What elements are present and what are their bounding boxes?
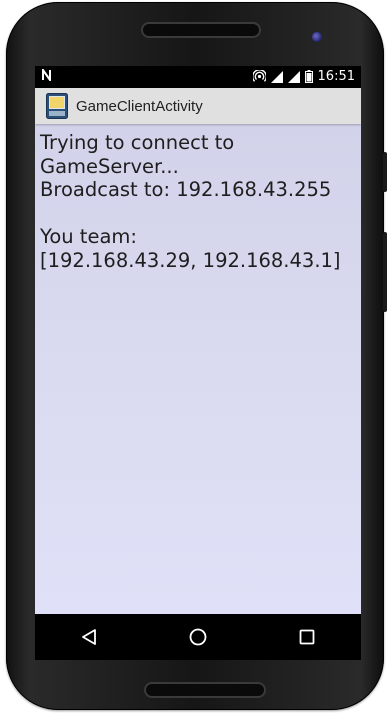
status-bar: 16:51 bbox=[35, 66, 361, 88]
team-label: You team: bbox=[40, 225, 137, 248]
power-button bbox=[383, 152, 387, 192]
hotspot-icon bbox=[252, 70, 266, 83]
app-icon[interactable] bbox=[46, 93, 68, 119]
home-circle-icon[interactable] bbox=[178, 617, 218, 657]
volume-button bbox=[383, 232, 387, 312]
navigation-bar bbox=[35, 614, 361, 660]
signal-icon bbox=[287, 70, 300, 83]
status-time: 16:51 bbox=[317, 69, 355, 84]
earpiece-speaker bbox=[141, 22, 261, 38]
team-members: [192.168.43.29, 192.168.43.1] bbox=[40, 248, 341, 272]
signal-icon bbox=[270, 70, 283, 83]
front-camera-icon bbox=[312, 32, 322, 42]
battery-icon bbox=[304, 70, 313, 83]
device-screen: 16:51 GameClientActivity Trying to conne… bbox=[35, 66, 361, 660]
broadcast-line: Broadcast to: 192.168.43.255 bbox=[40, 178, 332, 201]
status-line: GameServer... bbox=[40, 154, 179, 178]
content-area: Trying to connect to GameServer... Broad… bbox=[35, 124, 361, 614]
status-icons: 16:51 bbox=[252, 69, 355, 84]
nfc-n-icon bbox=[42, 66, 51, 84]
status-line: Trying to connect to bbox=[40, 131, 235, 154]
back-triangle-icon[interactable] bbox=[69, 617, 109, 657]
bottom-speaker bbox=[144, 682, 266, 698]
app-title: GameClientActivity bbox=[76, 97, 203, 115]
action-bar: GameClientActivity bbox=[35, 88, 361, 124]
recents-square-icon[interactable] bbox=[287, 617, 327, 657]
